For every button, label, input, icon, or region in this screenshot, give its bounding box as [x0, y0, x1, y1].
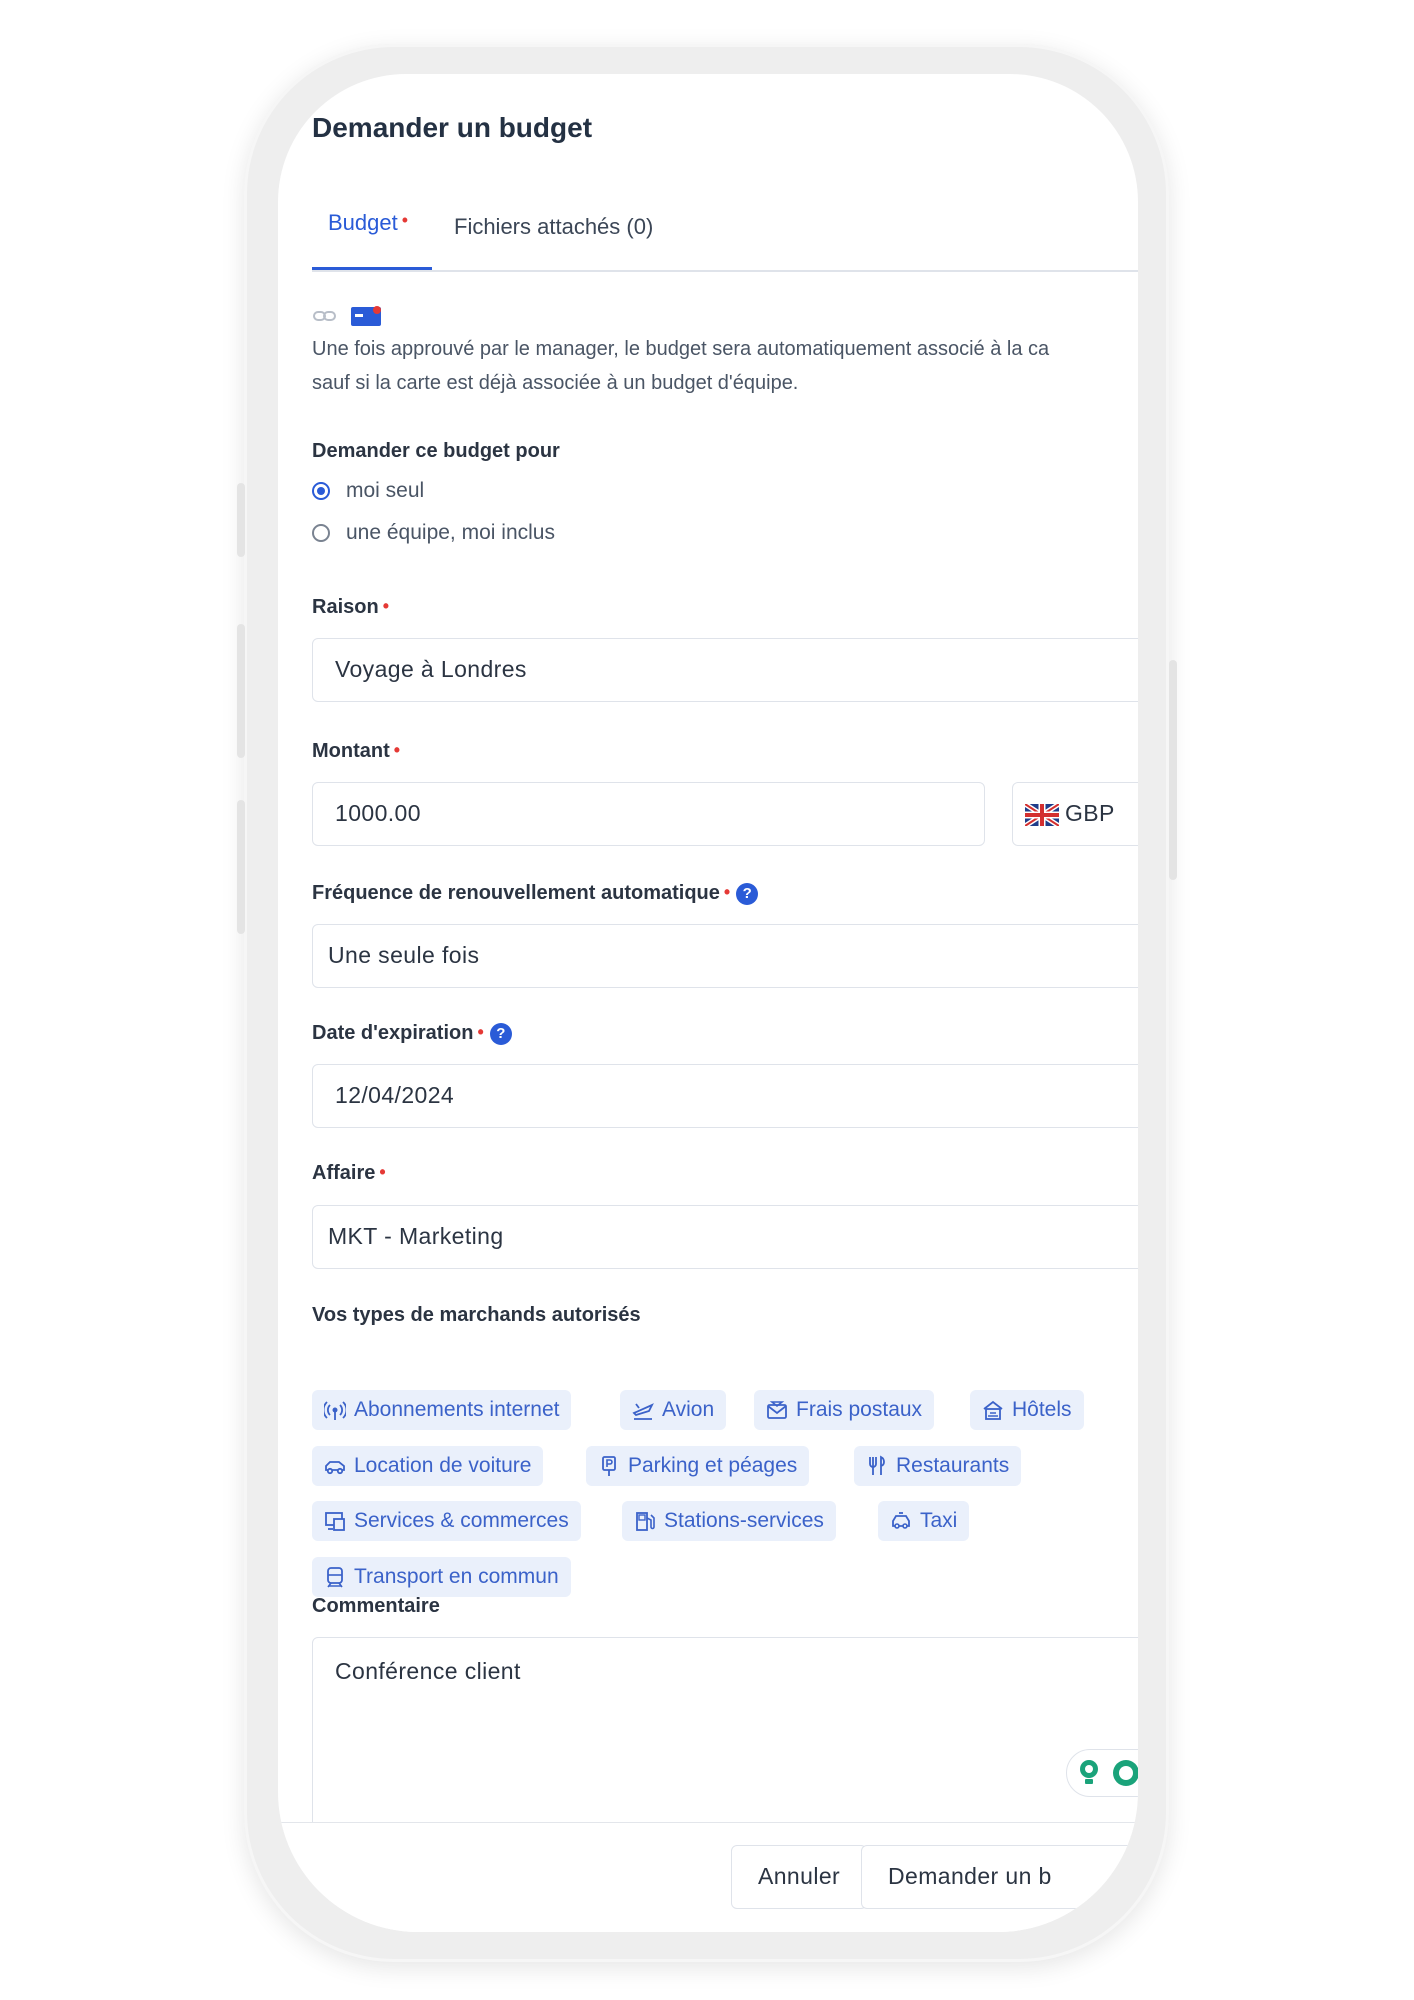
fork-knife-icon — [869, 1455, 885, 1475]
chip-parking[interactable]: Parking et péages — [586, 1446, 810, 1486]
frequency-value: Une seule fois — [328, 942, 480, 968]
fuel-icon — [636, 1512, 655, 1531]
chip-hotels[interactable]: Hôtels — [970, 1390, 1084, 1430]
chip-label: Frais postaux — [796, 1398, 923, 1421]
chip-label: Parking et péages — [628, 1454, 798, 1477]
chip-restaurants[interactable]: Restaurants — [854, 1446, 1022, 1486]
chip-label: Avion — [662, 1398, 715, 1421]
reason-label-text: Raison — [312, 596, 379, 618]
parking-icon — [602, 1456, 616, 1476]
bulb-icon — [1080, 1760, 1098, 1784]
chip-public-transport[interactable]: Transport en commun — [312, 1557, 571, 1597]
train-icon — [327, 1567, 343, 1588]
reason-input[interactable]: Voyage à Londres — [312, 638, 1138, 702]
frequency-label-text: Fréquence de renouvellement automatique — [312, 882, 720, 904]
comment-textarea[interactable]: Conférence client — [312, 1637, 1138, 1837]
dialog-footer: Annuler Demander un b — [278, 1822, 1138, 1932]
info-message: Une fois approuvé par le manager, le bud… — [312, 332, 1138, 400]
taxi-icon — [892, 1512, 910, 1529]
radio-myself[interactable]: moi seul — [312, 479, 424, 503]
required-mark: • — [379, 1162, 386, 1182]
required-mark: • — [477, 1022, 484, 1042]
amount-label: Montant • — [312, 740, 400, 763]
phone-side-button — [237, 800, 245, 934]
chevron-down-icon: ⌄ — [1136, 925, 1138, 986]
mail-icon — [767, 1401, 787, 1419]
card-icon — [351, 306, 381, 326]
business-select[interactable]: MKT - Marketing ⌄ — [312, 1205, 1138, 1269]
tab-bar: Budget • Fichiers attachés (0) — [312, 210, 1138, 272]
chip-label: Hôtels — [1012, 1398, 1072, 1421]
help-icon[interactable]: ? — [736, 882, 759, 905]
phone-side-button — [237, 624, 245, 758]
frequency-select[interactable]: Une seule fois ⌄ — [312, 924, 1138, 988]
expiration-date-input[interactable]: 12/04/2024 — [312, 1064, 1138, 1128]
submit-button[interactable]: Demander un b — [861, 1845, 1138, 1909]
phone-side-button — [1169, 660, 1177, 880]
chip-postal[interactable]: Frais postaux — [754, 1390, 935, 1430]
phone-screen: Demander un budget Budget • Fichiers atta… — [278, 74, 1138, 1932]
chip-label: Stations-services — [664, 1509, 824, 1532]
amount-input[interactable]: 1000.00 — [312, 782, 985, 846]
business-label: Affaire • — [312, 1162, 386, 1185]
reason-label: Raison • — [312, 596, 389, 619]
cancel-button[interactable]: Annuler — [731, 1845, 868, 1909]
chat-icon — [1113, 1760, 1138, 1786]
tab-budget[interactable]: Budget • — [312, 210, 432, 270]
radio-unchecked-icon[interactable] — [312, 524, 330, 542]
wifi-icon — [324, 1401, 346, 1420]
chip-services[interactable]: Services & commerces — [312, 1501, 581, 1541]
required-mark: • — [382, 596, 389, 616]
business-label-text: Affaire — [312, 1162, 376, 1184]
tab-attachments[interactable]: Fichiers attachés (0) — [454, 214, 653, 252]
assistant-widget[interactable] — [1066, 1749, 1138, 1797]
tab-budget-label: Budget — [328, 210, 398, 235]
link-icon — [313, 311, 336, 321]
expiration-label-text: Date d'expiration — [312, 1022, 474, 1044]
frequency-label: Fréquence de renouvellement automatique •… — [312, 882, 759, 905]
chip-plane[interactable]: Avion — [620, 1390, 727, 1430]
required-mark: • — [723, 882, 731, 902]
required-mark: • — [401, 210, 409, 230]
merchants-label: Vos types de marchands autorisés — [312, 1304, 641, 1326]
help-icon[interactable]: ? — [489, 1022, 512, 1045]
business-value: MKT - Marketing — [328, 1223, 504, 1249]
chip-label: Abonnements internet — [354, 1398, 560, 1421]
radio-label: moi seul — [346, 479, 425, 502]
chip-car-rental[interactable]: Location de voiture — [312, 1446, 544, 1486]
currency-code: GBP — [1065, 800, 1115, 826]
amount-label-text: Montant — [312, 740, 390, 762]
expiration-label: Date d'expiration •? — [312, 1022, 512, 1045]
chip-label: Restaurants — [896, 1454, 1010, 1477]
uk-flag-icon — [1023, 801, 1061, 829]
chip-fuel[interactable]: Stations-services — [622, 1501, 836, 1541]
chip-label: Transport en commun — [354, 1565, 559, 1588]
radio-label: une équipe, moi inclus — [346, 521, 555, 544]
dialog-title: Demander un budget — [312, 112, 593, 143]
plane-icon — [632, 1403, 654, 1420]
info-line: Une fois approuvé par le manager, le bud… — [312, 338, 1050, 360]
chevron-down-icon: ⌄ — [1136, 1206, 1138, 1267]
radio-checked-icon[interactable] — [312, 482, 330, 500]
info-line: sauf si la carte est déjà associée à un … — [312, 372, 799, 394]
hotel-icon — [983, 1400, 1003, 1420]
required-mark: • — [393, 740, 401, 760]
currency-select[interactable]: GBP — [1012, 782, 1138, 846]
chip-label: Taxi — [920, 1509, 958, 1532]
request-for-label: Demander ce budget pour — [312, 440, 560, 462]
shop-icon — [325, 1512, 345, 1531]
chip-label: Services & commerces — [354, 1509, 569, 1532]
chip-label: Location de voiture — [354, 1454, 532, 1477]
comment-label: Commentaire — [312, 1595, 440, 1617]
car-icon — [325, 1461, 345, 1475]
chip-internet[interactable]: Abonnements internet — [312, 1390, 572, 1430]
phone-side-button — [237, 483, 245, 557]
chip-taxi[interactable]: Taxi — [878, 1501, 970, 1541]
radio-team[interactable]: une équipe, moi inclus — [312, 521, 555, 545]
